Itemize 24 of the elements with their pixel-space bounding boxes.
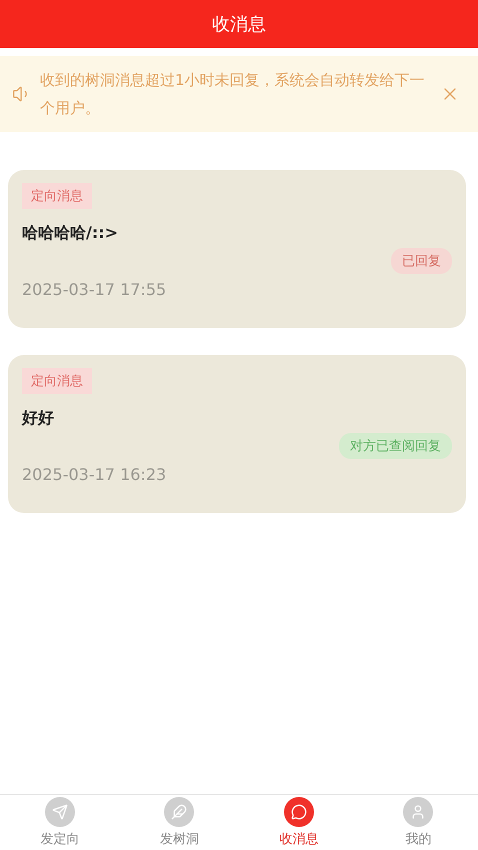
page-title: 收消息	[212, 13, 266, 36]
message-time: 2025-03-17 16:23	[22, 465, 168, 484]
message-time: 2025-03-17 17:55	[22, 280, 168, 299]
notice-text: 收到的树洞消息超过1小时未回复，系统会自动转发给下一个用户。	[40, 70, 426, 119]
message-card[interactable]: 定向消息 好好 对方已查阅回复 2025-03-17 16:23	[8, 355, 466, 513]
user-icon	[403, 797, 434, 827]
status-badge: 对方已查阅回复	[339, 433, 452, 459]
message-text: 好好	[22, 408, 55, 429]
tab-item[interactable]: 发树洞	[120, 795, 239, 850]
status-badge: 已回复	[391, 248, 452, 274]
feather-icon	[164, 797, 194, 827]
tab-item[interactable]: 发定向	[0, 795, 120, 850]
tab-label: 我的	[405, 831, 432, 848]
message-tag: 定向消息	[22, 183, 92, 209]
message-card[interactable]: 定向消息 哈哈哈哈/::> 已回复 2025-03-17 17:55	[8, 170, 466, 328]
chat-bubble-icon	[284, 797, 314, 827]
tab-item[interactable]: 我的	[358, 795, 478, 850]
message-text: 哈哈哈哈/::>	[22, 223, 120, 244]
tab-label: 发树洞	[160, 831, 199, 848]
send-icon	[44, 797, 75, 827]
message-tag: 定向消息	[22, 368, 92, 394]
tab-label: 发定向	[40, 831, 80, 848]
tab-item[interactable]: 收消息	[239, 795, 358, 850]
tab-label: 收消息	[279, 831, 318, 848]
